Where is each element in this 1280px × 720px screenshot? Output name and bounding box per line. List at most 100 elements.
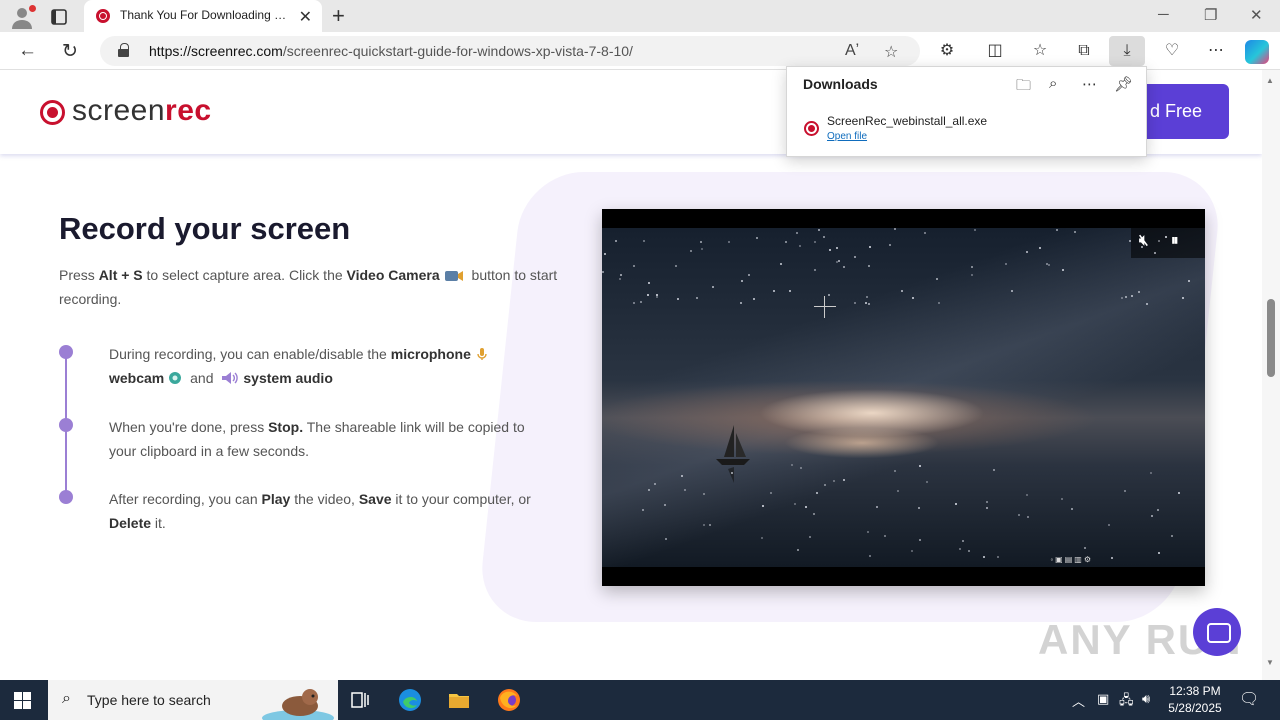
webcam-icon (169, 372, 182, 384)
task-view-icon[interactable] (348, 688, 372, 712)
pin-icon[interactable]: 📌︎ (1114, 75, 1133, 93)
open-file-link[interactable]: Open file (827, 131, 867, 142)
star (762, 505, 765, 508)
star (779, 262, 782, 265)
star (614, 240, 617, 243)
video-frame[interactable]: 🔇︎ ⏸︎ ◦▣▤▥⚙ (602, 228, 1205, 567)
record-logo-icon (40, 100, 65, 125)
star (866, 530, 869, 533)
copilot-icon[interactable] (1245, 40, 1269, 64)
star (739, 301, 742, 304)
volume-icon[interactable]: 🔊︎ (1142, 691, 1150, 707)
tab-strip: Thank You For Downloading ScreenRec ✕ + … (0, 0, 1280, 32)
tray-device-icon[interactable]: ▣ (1097, 691, 1109, 707)
network-icon[interactable]: 🖧︎ (1119, 691, 1134, 713)
star (699, 240, 702, 243)
chat-widget-button[interactable] (1193, 608, 1241, 656)
page-scrollbar[interactable]: ▲ ▼ (1262, 70, 1280, 680)
favorites-icon[interactable]: ☆ (1029, 40, 1051, 62)
star (832, 480, 835, 483)
star (703, 493, 706, 496)
taskbar-clock[interactable]: 12:38 PM 5/28/2025 (1162, 683, 1228, 717)
star (924, 232, 927, 235)
notification-dot (29, 5, 36, 12)
star (677, 298, 680, 301)
demo-video-player[interactable]: 🔇︎ ⏸︎ ◦▣▤▥⚙ (602, 209, 1205, 586)
step-bullet (59, 345, 73, 359)
star (741, 279, 744, 282)
star (1123, 490, 1126, 493)
minimize-button[interactable]: ─ (1158, 6, 1169, 23)
file-explorer-icon[interactable] (447, 688, 471, 712)
star (808, 535, 811, 538)
open-folder-icon[interactable]: 🗀︎ (1016, 75, 1031, 100)
screenrec-favicon-icon (96, 9, 110, 23)
scroll-down-arrow-icon[interactable]: ▼ (1266, 658, 1274, 667)
star (869, 555, 872, 558)
star (954, 502, 957, 505)
star (796, 231, 799, 234)
star (985, 501, 988, 504)
address-bar[interactable]: https://screenrec.com/screenrec-quicksta… (100, 36, 920, 66)
page-heading: Record your screen (59, 211, 351, 246)
star (653, 482, 656, 485)
browser-essentials-icon[interactable]: ♡ (1161, 40, 1183, 62)
read-aloud-icon[interactable]: A͏ʼ (845, 42, 859, 60)
star (1157, 239, 1160, 242)
sailboat-image (716, 425, 750, 483)
profile-avatar[interactable] (10, 5, 36, 29)
star (1156, 508, 1159, 511)
star (800, 467, 803, 470)
tab-actions-button[interactable] (48, 6, 70, 28)
video-camera-icon (444, 271, 463, 281)
star (1170, 535, 1173, 538)
active-tab[interactable]: Thank You For Downloading ScreenRec ✕ (84, 0, 322, 32)
star (633, 302, 636, 305)
restore-button[interactable]: ❐ (1204, 6, 1217, 24)
windows-start-button[interactable] (14, 692, 31, 709)
star (1125, 296, 1128, 299)
star (935, 278, 938, 281)
search-icon: ⌕ (62, 690, 71, 707)
star (712, 286, 715, 289)
star (865, 295, 868, 298)
pause-icon[interactable]: ⏸︎ (1171, 232, 1179, 249)
tab-close-icon[interactable]: ✕ (299, 7, 312, 27)
star (971, 274, 974, 277)
notifications-icon[interactable]: 🗨︎ (1239, 689, 1259, 709)
split-screen-icon[interactable]: ◫ (984, 40, 1006, 62)
star (896, 490, 899, 493)
web-page: screenrec d Free Record your screen Pres… (0, 70, 1262, 680)
scroll-thumb[interactable] (1267, 299, 1275, 377)
taskbar-search-box[interactable]: ⌕ Type here to search (48, 680, 338, 720)
more-menu-icon[interactable]: ⋯ (1205, 40, 1227, 62)
downloads-more-icon[interactable]: ⋯ (1082, 75, 1097, 93)
star (836, 246, 839, 249)
downloads-icon[interactable]: ⤓ (1109, 36, 1145, 66)
recorder-toolbar-icons: ◦▣▤▥⚙ (1050, 555, 1093, 564)
window-close-button[interactable]: ✕ (1250, 6, 1263, 24)
video-controls-overlay: 🔇︎ ⏸︎ (1131, 228, 1205, 258)
firefox-icon[interactable] (497, 688, 521, 712)
star (986, 507, 989, 510)
star (836, 261, 839, 264)
star (1005, 263, 1008, 266)
download-file-name[interactable]: ScreenRec_webinstall_all.exe (827, 114, 987, 128)
star (793, 502, 796, 505)
scroll-up-arrow-icon[interactable]: ▲ (1266, 76, 1274, 85)
tray-chevron-icon[interactable]: ︿ (1072, 691, 1085, 710)
extensions-icon[interactable]: ⚙ (936, 40, 958, 62)
tab-actions-icon (51, 9, 67, 25)
new-tab-button[interactable]: + (332, 3, 345, 29)
star (632, 264, 635, 267)
collections-icon[interactable]: ⧉ (1073, 40, 1095, 62)
favorite-star-icon[interactable]: ☆ (884, 42, 898, 62)
url-text[interactable]: https://screenrec.com/screenrec-quicksta… (149, 43, 633, 59)
star (888, 244, 891, 247)
star (983, 555, 986, 558)
star (681, 475, 684, 478)
refresh-button[interactable]: ↻ (62, 40, 78, 63)
edge-browser-icon[interactable] (398, 688, 422, 712)
back-button[interactable]: ← (18, 40, 37, 62)
search-downloads-icon[interactable]: ⌕ (1049, 75, 1057, 92)
